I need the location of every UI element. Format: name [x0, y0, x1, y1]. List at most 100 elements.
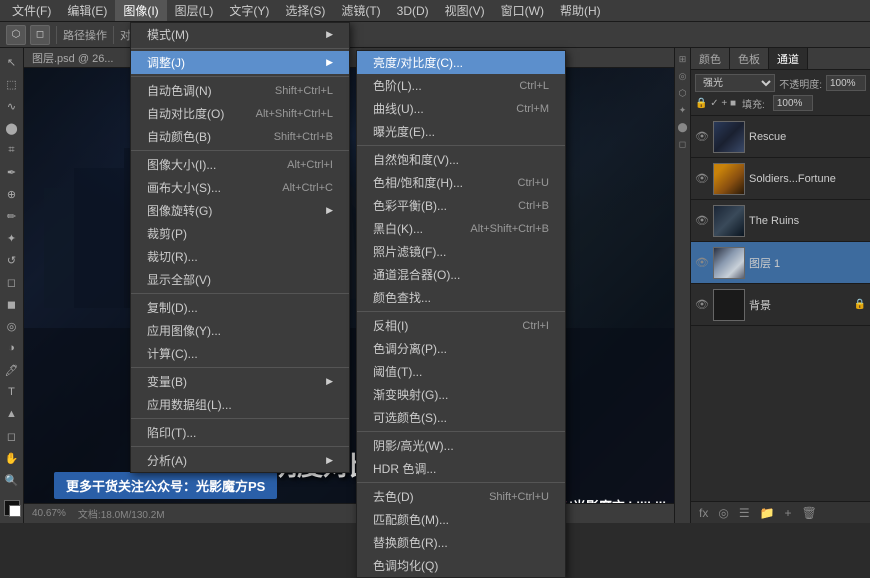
tab-channels[interactable]: 通道	[769, 48, 808, 69]
menu-item-duplicate[interactable]: 复制(D)...	[131, 296, 349, 319]
menu-window[interactable]: 窗口(W)	[493, 0, 552, 21]
tab-color[interactable]: 颜色	[691, 48, 730, 69]
adjust-shadowhighlight[interactable]: 阴影/高光(W)...	[357, 434, 565, 457]
menu-item-canvassize[interactable]: 画布大小(S)... Alt+Ctrl+C	[131, 176, 349, 199]
layer-action-new[interactable]: +	[781, 505, 796, 521]
opacity-input[interactable]	[826, 75, 866, 91]
menu-layer[interactable]: 图层(L)	[167, 0, 222, 21]
adjust-brightness[interactable]: 亮度/对比度(C)...	[357, 51, 565, 74]
tool-shape[interactable]: ◻	[2, 426, 22, 446]
menu-item-autocolor[interactable]: 自动颜色(B) Shift+Ctrl+B	[131, 125, 349, 148]
background-color[interactable]	[9, 505, 21, 517]
layer-eye-rescue[interactable]: 👁	[695, 130, 709, 143]
adjust-photofilter[interactable]: 照片滤镜(F)...	[357, 240, 565, 263]
menu-item-imagerotate[interactable]: 图像旋转(G)	[131, 199, 349, 222]
menu-select[interactable]: 选择(S)	[277, 0, 333, 21]
adjust-equalize[interactable]: 色调均化(Q)	[357, 554, 565, 577]
layer-item-ruins[interactable]: 👁 The Ruins	[691, 200, 870, 242]
adjust-desaturate[interactable]: 去色(D) Shift+Ctrl+U	[357, 485, 565, 508]
menu-image[interactable]: 图像(I)	[115, 0, 166, 21]
menu-view[interactable]: 视图(V)	[437, 0, 493, 21]
fill-input[interactable]	[773, 95, 813, 111]
adjust-selectivecolor[interactable]: 可选颜色(S)...	[357, 406, 565, 429]
layer-item-soldiers[interactable]: 👁 Soldiers...Fortune	[691, 158, 870, 200]
adjust-gradientmap[interactable]: 渐变映射(G)...	[357, 383, 565, 406]
menu-item-autocontrast[interactable]: 自动对比度(O) Alt+Shift+Ctrl+L	[131, 102, 349, 125]
menu-item-imagesize[interactable]: 图像大小(I)... Alt+Ctrl+I	[131, 153, 349, 176]
menu-item-apply[interactable]: 应用图像(Y)...	[131, 319, 349, 342]
blend-mode-select[interactable]: 强光	[695, 74, 775, 92]
mini-tool-3[interactable]: ⬡	[676, 86, 690, 100]
tool-dodge[interactable]: ◑	[2, 338, 22, 358]
tool-hand[interactable]: ✋	[2, 448, 22, 468]
tool-spot-heal[interactable]: ⊕	[2, 184, 22, 204]
toolbar-btn-2[interactable]: ◻	[30, 25, 50, 45]
menu-item-adjust[interactable]: 调整(J)	[131, 51, 349, 74]
mini-tool-4[interactable]: ✦	[676, 103, 690, 117]
layer-action-adj[interactable]: ☰	[735, 505, 754, 521]
menu-help[interactable]: 帮助(H)	[552, 0, 609, 21]
tool-select[interactable]: ⬚	[2, 74, 22, 94]
tool-crop[interactable]: ⌗	[2, 140, 22, 160]
menu-item-trap[interactable]: 陷印(T)...	[131, 421, 349, 444]
menu-item-calc[interactable]: 计算(C)...	[131, 342, 349, 365]
adjust-exposure[interactable]: 曝光度(E)...	[357, 120, 565, 143]
adjust-bw[interactable]: 黑白(K)... Alt+Shift+Ctrl+B	[357, 217, 565, 240]
menu-filter[interactable]: 滤镜(T)	[333, 0, 388, 21]
adjust-vibrance[interactable]: 自然饱和度(V)...	[357, 148, 565, 171]
layer-action-delete[interactable]: 🗑	[798, 505, 821, 521]
layer-item-bg[interactable]: 👁 背景 🔒	[691, 284, 870, 326]
layer-action-group[interactable]: 📁	[756, 505, 779, 521]
mini-tool-5[interactable]: ⬤	[676, 120, 690, 134]
mini-tool-6[interactable]: ◻	[676, 137, 690, 151]
menu-item-variables[interactable]: 变量(B)	[131, 370, 349, 393]
menu-item-trim[interactable]: 裁切(R)...	[131, 245, 349, 268]
layer-action-fx[interactable]: fx	[695, 505, 712, 521]
menu-file[interactable]: 文件(F)	[4, 0, 59, 21]
menu-item-applydata[interactable]: 应用数据组(L)...	[131, 393, 349, 416]
layer-eye-soldiers[interactable]: 👁	[695, 172, 709, 185]
tool-eraser[interactable]: ◻	[2, 272, 22, 292]
tool-magic[interactable]: ⬤	[2, 118, 22, 138]
image-menu-dropdown[interactable]: 模式(M) 调整(J) 自动色调(N) Shift+Ctrl+L 自动对比度(O…	[130, 22, 350, 473]
adjust-posterize[interactable]: 色调分离(P)...	[357, 337, 565, 360]
toolbar-btn-1[interactable]: ⬡	[6, 25, 26, 45]
adjust-colorbalance[interactable]: 色彩平衡(B)... Ctrl+B	[357, 194, 565, 217]
tool-path-select[interactable]: ▲	[2, 404, 22, 424]
tool-stamp[interactable]: ✦	[2, 228, 22, 248]
layer-item-layer1[interactable]: 👁 图层 1	[691, 242, 870, 284]
tool-move[interactable]: ↖	[2, 52, 22, 72]
layer-action-mask[interactable]: ◎	[714, 505, 732, 521]
layer-eye-bg[interactable]: 👁	[695, 298, 709, 311]
adjust-hdrtone[interactable]: HDR 色调...	[357, 457, 565, 480]
menu-item-reveal[interactable]: 显示全部(V)	[131, 268, 349, 291]
tool-eyedropper[interactable]: ✒	[2, 162, 22, 182]
tool-text[interactable]: T	[2, 382, 22, 402]
tab-swatches[interactable]: 色板	[730, 48, 769, 69]
menu-3d[interactable]: 3D(D)	[389, 2, 437, 20]
adjust-hsl[interactable]: 色相/饱和度(H)... Ctrl+U	[357, 171, 565, 194]
foreground-color[interactable]	[4, 500, 20, 516]
menu-item-mode[interactable]: 模式(M)	[131, 23, 349, 46]
adjust-channelmixer[interactable]: 通道混合器(O)...	[357, 263, 565, 286]
adjust-matchcolor[interactable]: 匹配颜色(M)...	[357, 508, 565, 531]
tool-gradient[interactable]: ◼	[2, 294, 22, 314]
menu-item-analysis[interactable]: 分析(A)	[131, 449, 349, 472]
adjust-curves[interactable]: 曲线(U)... Ctrl+M	[357, 97, 565, 120]
layer-eye-ruins[interactable]: 👁	[695, 214, 709, 227]
tool-lasso[interactable]: ∿	[2, 96, 22, 116]
tool-pen[interactable]: 🖊	[2, 360, 22, 380]
mini-tool-2[interactable]: ◎	[676, 69, 690, 83]
tool-blur[interactable]: ◎	[2, 316, 22, 336]
adjust-levels[interactable]: 色阶(L)... Ctrl+L	[357, 74, 565, 97]
menu-item-autolevels[interactable]: 自动色调(N) Shift+Ctrl+L	[131, 79, 349, 102]
tool-history[interactable]: ↺	[2, 250, 22, 270]
menu-item-crop[interactable]: 裁剪(P)	[131, 222, 349, 245]
adjust-colorlookup[interactable]: 颜色查找...	[357, 286, 565, 309]
tool-zoom[interactable]: 🔍	[2, 470, 22, 490]
adjust-invert[interactable]: 反相(I) Ctrl+I	[357, 314, 565, 337]
adjust-threshold[interactable]: 阈值(T)...	[357, 360, 565, 383]
tool-brush[interactable]: ✏	[2, 206, 22, 226]
mini-tool-1[interactable]: ⊞	[676, 52, 690, 66]
layer-item-rescue[interactable]: 👁 Rescue	[691, 116, 870, 158]
